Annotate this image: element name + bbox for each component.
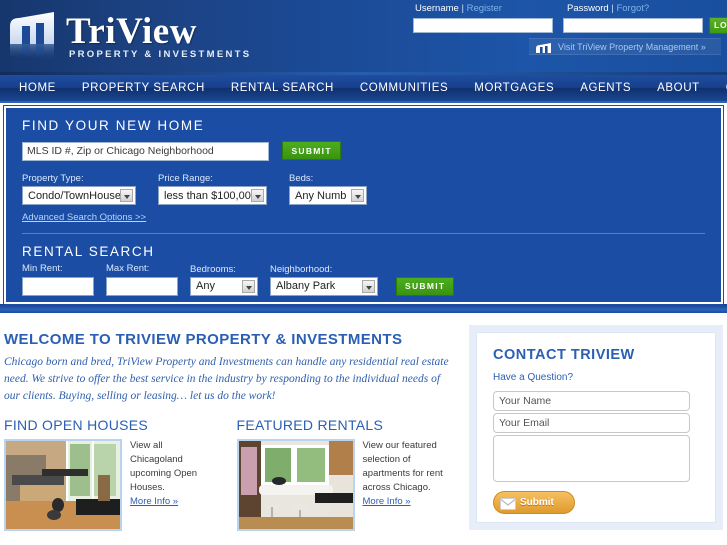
featured-rentals-more-link[interactable]: More Info » — [363, 495, 411, 509]
password-input[interactable] — [563, 18, 703, 33]
find-home-submit-button[interactable]: SUBMIT — [282, 141, 341, 160]
neighborhood-value: Albany Park — [276, 280, 336, 292]
rental-search-filters: Min Rent: Max Rent: Bedrooms: Any Neighb… — [22, 263, 721, 296]
promo-featured-rentals: FEATURED RENTALS View our featured selec… — [236, 417, 450, 531]
max-rent-field: Max Rent: — [106, 263, 178, 296]
bar-chart-logo-icon — [8, 4, 60, 66]
contact-name-input[interactable] — [493, 391, 690, 411]
neighborhood-label: Neighborhood: — [270, 263, 333, 275]
search-panel: FIND YOUR NEW HOME SUBMIT Property Type:… — [4, 106, 723, 304]
bar-chart-icon — [535, 41, 553, 53]
rental-search-submit-button[interactable]: SUBMIT — [396, 276, 455, 296]
neighborhood-field: Neighborhood: Albany Park — [270, 264, 378, 296]
beds-label: Beds: — [289, 173, 314, 184]
forgot-password-link[interactable]: Forgot? — [616, 3, 649, 14]
welcome-heading: WELCOME TO TRIVIEW PROPERTY & INVESTMENT… — [4, 331, 403, 348]
nav-item-about[interactable]: ABOUT — [644, 75, 713, 101]
chevron-down-icon[interactable] — [251, 189, 264, 202]
bedrooms-value: Any — [196, 280, 215, 292]
featured-rentals-text: View our featured selection of apartment… — [362, 440, 443, 493]
promo-open-houses: FIND OPEN HOUSES View all Chicagoland up… — [4, 417, 217, 531]
min-rent-field: Min Rent: — [22, 263, 94, 296]
contact-submit-button[interactable]: Submit — [493, 491, 575, 514]
username-input[interactable] — [413, 18, 553, 33]
chevron-down-icon[interactable] — [120, 189, 133, 202]
price-range-value: less than $100,000 — [164, 189, 257, 202]
main-navigation: HOME PROPERTY SEARCH RENTAL SEARCH COMMU… — [0, 75, 727, 103]
featured-rentals-text-block: View our featured selection of apartment… — [363, 439, 450, 531]
content-gap — [0, 313, 727, 321]
bedrooms-field: Bedrooms: Any — [190, 264, 258, 296]
property-type-label: Property Type: — [22, 173, 84, 184]
panel-bottom-strip — [0, 304, 727, 313]
nav-item-rental-search[interactable]: RENTAL SEARCH — [218, 75, 347, 101]
beds-field: Beds: Any Numb — [289, 173, 367, 205]
logo-tagline: PROPERTY & INVESTMENTS — [69, 49, 252, 60]
nav-item-home[interactable]: HOME — [6, 75, 69, 101]
max-rent-input[interactable] — [106, 276, 178, 296]
neighborhood-select[interactable]: Albany Park — [270, 276, 378, 296]
chevron-down-icon[interactable] — [242, 279, 255, 293]
promo-featured-rentals-heading: FEATURED RENTALS — [236, 417, 384, 433]
price-range-field: Price Range: less than $100,000 — [158, 173, 267, 205]
advanced-search-options-link[interactable]: Advanced Search Options >> — [22, 212, 146, 223]
chevron-down-icon[interactable] — [362, 279, 375, 293]
beds-value: Any Numb — [295, 189, 347, 202]
find-home-search-row: SUBMIT — [22, 141, 721, 171]
site-logo[interactable]: TriView PROPERTY & INVESTMENTS — [8, 4, 251, 66]
log-in-button[interactable]: LOG IN — [709, 17, 727, 34]
label-separator: | — [461, 3, 464, 14]
bedrooms-label: Bedrooms: — [190, 263, 236, 275]
nav-item-contact[interactable]: CONTACT — [713, 75, 727, 101]
property-type-field: Property Type: Condo/TownHouse — [22, 173, 136, 205]
min-rent-input[interactable] — [22, 276, 94, 296]
contact-submit-label: Submit — [520, 497, 554, 508]
welcome-body: Chicago born and bred, TriView Property … — [4, 356, 449, 402]
property-type-value: Condo/TownHouse — [28, 189, 121, 202]
login-area: Username | Register Password | Forgot? L… — [411, 3, 727, 36]
find-your-new-home-title: FIND YOUR NEW HOME — [22, 118, 205, 133]
property-search-input[interactable] — [22, 141, 269, 161]
beds-select[interactable]: Any Numb — [289, 186, 367, 205]
open-houses-more-link[interactable]: More Info » — [130, 495, 178, 509]
contact-email-input[interactable] — [493, 413, 690, 433]
promo-open-houses-heading: FIND OPEN HOUSES — [4, 417, 149, 433]
find-home-filters: Property Type: Condo/TownHouse Price Ran… — [22, 173, 721, 205]
logo-wordmark: TriView — [66, 11, 197, 52]
username-label: Username — [415, 3, 459, 14]
property-management-link[interactable]: Visit TriView Property Management » — [529, 38, 721, 55]
site-header: TriView PROPERTY & INVESTMENTS Username … — [0, 0, 727, 75]
price-range-select[interactable]: less than $100,000 — [158, 186, 267, 205]
label-separator: | — [611, 3, 614, 14]
property-management-link-label[interactable]: Visit TriView Property Management » — [558, 42, 706, 52]
rental-search-title: RENTAL SEARCH — [22, 244, 155, 259]
welcome-column: WELCOME TO TRIVIEW PROPERTY & INVESTMENT… — [0, 321, 463, 531]
bedrooms-select[interactable]: Any — [190, 276, 258, 296]
contact-heading: CONTACT TRIVIEW — [493, 347, 635, 363]
open-houses-thumbnail[interactable] — [4, 439, 122, 531]
price-range-label: Price Range: — [158, 173, 213, 184]
open-houses-text: View all Chicagoland upcoming Open House… — [130, 440, 198, 493]
envelope-icon — [500, 497, 516, 510]
max-rent-label: Max Rent: — [106, 263, 150, 274]
contact-panel: CONTACT TRIVIEW Have a Question? Submit — [469, 325, 723, 530]
nav-item-property-search[interactable]: PROPERTY SEARCH — [69, 75, 218, 101]
nav-item-communities[interactable]: COMMUNITIES — [347, 75, 461, 101]
chevron-down-icon[interactable] — [351, 189, 364, 202]
featured-rentals-thumbnail[interactable] — [236, 439, 355, 531]
property-type-select[interactable]: Condo/TownHouse — [22, 186, 136, 205]
password-label: Password — [567, 3, 609, 14]
promo-row: FIND OPEN HOUSES View all Chicagoland up… — [4, 417, 449, 531]
nav-item-mortgages[interactable]: MORTGAGES — [461, 75, 567, 101]
open-houses-text-block: View all Chicagoland upcoming Open House… — [130, 439, 217, 531]
contact-message-textarea[interactable] — [493, 435, 690, 482]
nav-item-agents[interactable]: AGENTS — [567, 75, 644, 101]
have-a-question-link[interactable]: Have a Question? — [493, 372, 699, 383]
register-link[interactable]: Register — [467, 3, 502, 14]
min-rent-label: Min Rent: — [22, 263, 63, 274]
